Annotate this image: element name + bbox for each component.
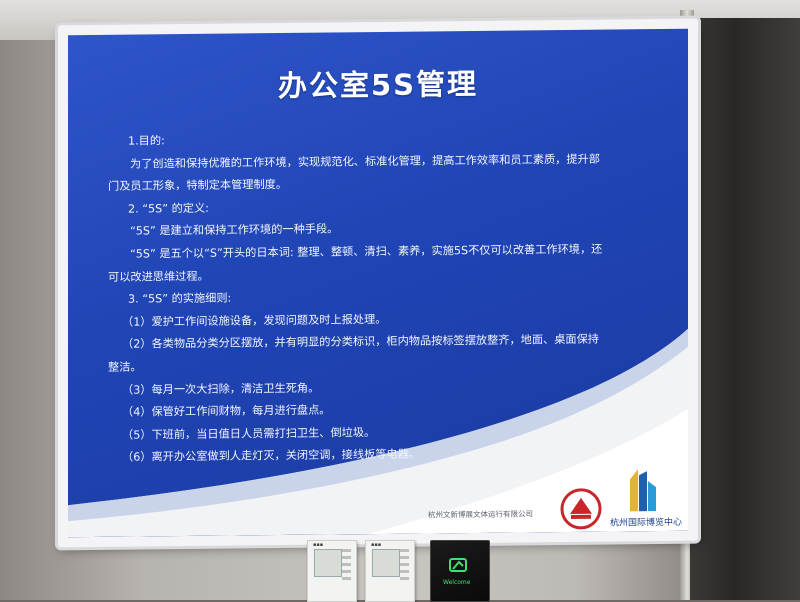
card-icon [449,558,467,572]
switch-text: Welcome [443,579,471,586]
red-seal-icon [560,488,602,530]
venue-logo-icon [630,469,656,512]
panel-label: ▪▪▪ [313,542,324,548]
thermostat-panel-right[interactable]: ▪▪▪ [365,540,415,602]
sign-title: 办公室5S管理 [277,66,479,104]
sign-body: 1.目的: 为了创造和保持优雅的工作环境，实现规范化、标准化管理，提高工作效率和员… [108,125,668,470]
display-screen [372,549,400,577]
venue-name: 杭州国际博览中心 [610,517,683,529]
panel-buttons[interactable] [342,549,351,583]
panel-buttons[interactable] [400,549,409,583]
thermostat-panel-left[interactable]: ▪▪▪ [307,540,357,602]
organizer-note: 杭州文新博展文体运行有限公司 [428,509,533,520]
display-screen [314,549,342,577]
5s-sign-board: 办公室5S管理 1.目的: 为了创造和保持优雅的工作环境，实现规范化、标准化管理，… [58,18,698,548]
sign-panel: 办公室5S管理 1.目的: 为了创造和保持优雅的工作环境，实现规范化、标准化管理，… [68,28,688,538]
door [690,18,800,600]
panel-label: ▪▪▪ [371,542,382,548]
footer-logos: 杭州文新博展文体运行有限公司 杭州国际博览中心 [428,465,688,537]
card-switch[interactable]: Welcome [430,540,490,602]
